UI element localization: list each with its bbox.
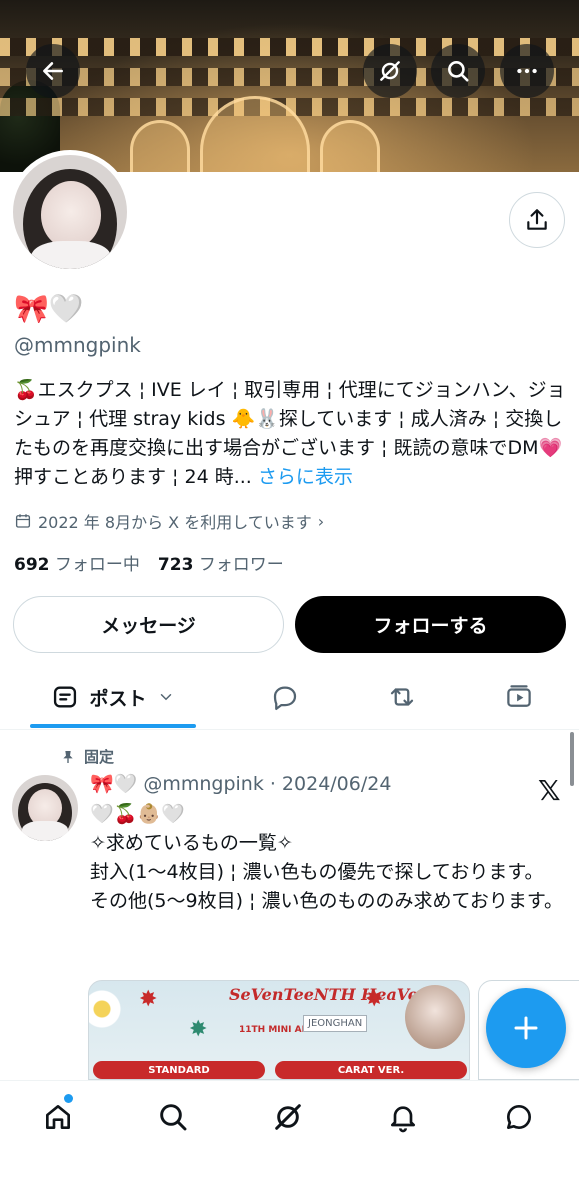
- profile-handle: @mmngpink: [14, 333, 141, 357]
- repost-icon: [390, 688, 414, 706]
- post-author-avatar[interactable]: [12, 775, 78, 841]
- back-button[interactable]: [26, 44, 80, 98]
- followers-label: フォロワー: [198, 555, 284, 575]
- chevron-right-icon: ›: [317, 511, 325, 531]
- nav-home[interactable]: [38, 1097, 78, 1137]
- joined-text: 2022 年 8月から X を利用しています: [38, 513, 312, 532]
- compose-button[interactable]: [486, 988, 566, 1068]
- profile-banner: [0, 0, 579, 172]
- posts-icon: [54, 686, 77, 708]
- flower-icon: [89, 981, 121, 1051]
- post-header: 🎀🤍 @mmngpink · 2024/06/24: [90, 772, 392, 796]
- follow-button[interactable]: フォローする: [295, 596, 566, 653]
- nav-grok[interactable]: [268, 1097, 308, 1137]
- message-button[interactable]: メッセージ: [13, 596, 284, 653]
- reply-icon: [273, 686, 297, 710]
- pinned-indicator: 固定: [60, 746, 114, 767]
- nav-messages[interactable]: [499, 1097, 539, 1137]
- notification-dot: [64, 1094, 73, 1103]
- share-icon: [527, 209, 547, 230]
- message-icon: [507, 1105, 531, 1129]
- profile-avatar[interactable]: [8, 150, 132, 274]
- member-label: JEONGHAN: [303, 1015, 368, 1032]
- post-author-name[interactable]: 🎀🤍: [90, 772, 137, 795]
- avatar-shirt: [31, 241, 111, 269]
- profile-bio: 🍒エスクプス ¦ IVE レイ ¦ 取引専用 ¦ 代理にてジョンハン、ジョシュア…: [14, 376, 569, 492]
- follow-counts: 692 フォロー中 723 フォロワー: [14, 550, 284, 575]
- share-button[interactable]: [509, 192, 565, 248]
- joined-date[interactable]: 2022 年 8月から X を利用しています ›: [14, 509, 324, 533]
- tab-posts[interactable]: ポスト: [30, 668, 196, 726]
- bell-icon: [391, 1106, 415, 1133]
- followers-link[interactable]: 723 フォロワー: [158, 550, 284, 575]
- banner-arch: [320, 120, 380, 172]
- more-icon: [517, 68, 537, 74]
- followers-count: 723: [157, 555, 194, 575]
- grok-icon: [380, 61, 400, 81]
- bottom-nav: [0, 1080, 579, 1200]
- tab-replies[interactable]: [265, 668, 305, 726]
- nav-notifications[interactable]: [383, 1097, 423, 1137]
- grok-icon: [275, 1104, 301, 1130]
- plus-icon: [514, 1016, 538, 1040]
- avatar-shirt: [22, 821, 68, 841]
- more-button[interactable]: [500, 44, 554, 98]
- profile-tabs: ポスト: [0, 668, 579, 730]
- post-image[interactable]: ✸ ✸ ✸ SeVenTeeNTH HeaVen 11TH MINI ALBUM…: [88, 980, 470, 1080]
- tab-posts-label: ポスト: [89, 687, 147, 710]
- banner-arch: [130, 120, 190, 172]
- banner-windows-row: [0, 38, 579, 56]
- search-icon: [448, 61, 469, 82]
- member-photo: [405, 985, 465, 1049]
- search-button[interactable]: [431, 44, 485, 98]
- following-link[interactable]: 692 フォロー中: [14, 550, 140, 575]
- search-icon: [160, 1104, 187, 1131]
- star-icon: ✸: [139, 987, 158, 1012]
- pinned-label: 固定: [84, 748, 115, 766]
- chevron-down-icon: [160, 694, 171, 701]
- carat-version-label: CARAT VER.: [275, 1061, 467, 1079]
- post-body[interactable]: 🤍🍒👶🏼🤍 ✧求めているもの一覧✧ 封入(1〜4枚目) ¦ 濃い色もの優先で探し…: [90, 800, 565, 916]
- post-date[interactable]: · 2024/06/24: [270, 773, 392, 795]
- show-more-link[interactable]: さらに表示: [258, 466, 353, 488]
- post-author-handle[interactable]: @mmngpink: [143, 773, 264, 795]
- back-arrow-icon: [43, 62, 63, 80]
- scrollbar[interactable]: [570, 732, 574, 786]
- display-name: 🎀🤍: [14, 292, 84, 325]
- following-label: フォロー中: [54, 555, 140, 575]
- tab-videos[interactable]: [499, 668, 539, 726]
- active-tab-indicator: [30, 724, 196, 728]
- banner-windows-row: [0, 68, 579, 86]
- tab-reposts[interactable]: [382, 668, 422, 726]
- calendar-icon: [15, 514, 31, 528]
- star-icon: ✸: [189, 1017, 208, 1042]
- album-title: SeVenTeeNTH HeaVen: [229, 985, 430, 1004]
- standard-label: STANDARD: [93, 1061, 265, 1079]
- nav-search[interactable]: [153, 1097, 193, 1137]
- video-icon: [507, 685, 531, 707]
- grok-button[interactable]: [363, 44, 417, 98]
- pin-icon: [63, 750, 73, 763]
- avatar-face: [41, 181, 101, 249]
- home-icon: [46, 1105, 70, 1129]
- following-count: 692: [14, 555, 50, 575]
